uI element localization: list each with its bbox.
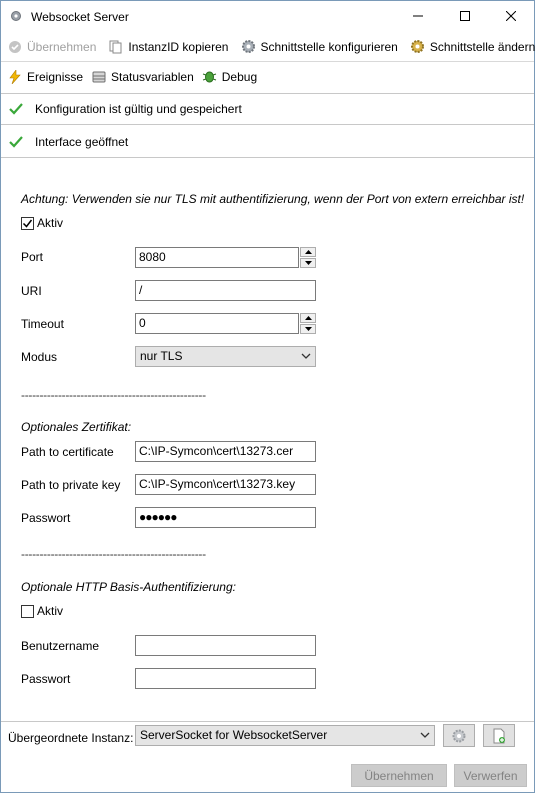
uri-input[interactable]: / xyxy=(135,280,316,301)
checkmark-circle-icon xyxy=(7,39,23,55)
parent-instance-label: Übergeordnete Instanz: xyxy=(8,731,134,745)
stepper-up-button[interactable] xyxy=(300,247,316,257)
gear-change-icon xyxy=(410,39,426,55)
stepper-down-button[interactable] xyxy=(300,324,316,334)
configure-interface-button[interactable]: Schnittstelle konfigurieren xyxy=(236,36,401,58)
minimize-button[interactable] xyxy=(395,1,441,31)
tls-warning-note: Achtung: Verwenden sie nur TLS mit authe… xyxy=(21,192,525,206)
mode-select[interactable]: nur TLS xyxy=(135,346,316,367)
separator-text: ----------------------------------------… xyxy=(21,547,206,561)
active-checkbox[interactable]: Aktiv xyxy=(21,216,63,230)
chevron-down-icon xyxy=(301,350,311,365)
maximize-icon xyxy=(460,11,470,21)
auth-heading: Optionale HTTP Basis-Authentifizierung: xyxy=(21,580,236,594)
username-input[interactable] xyxy=(135,635,316,656)
parent-instance-select[interactable]: ServerSocket for WebsocketServer xyxy=(135,725,435,746)
port-input[interactable]: 8080 xyxy=(135,247,299,268)
maximize-button[interactable] xyxy=(442,1,488,31)
lightning-icon xyxy=(7,69,23,85)
title-bar: Websocket Server xyxy=(1,1,534,32)
discard-button[interactable]: Verwerfen xyxy=(454,764,527,787)
gear-icon xyxy=(10,10,22,22)
port-label: Port xyxy=(21,250,44,264)
close-button[interactable] xyxy=(488,1,534,31)
gear-icon xyxy=(452,729,466,742)
mode-label: Modus xyxy=(21,350,58,364)
password-label: Passwort xyxy=(21,511,71,525)
copy-icon xyxy=(108,39,124,55)
arrow-up-icon xyxy=(304,250,312,254)
events-button[interactable]: Ereignisse xyxy=(3,66,87,88)
copy-instance-id-button[interactable]: InstanzID kopieren xyxy=(104,36,232,58)
status-row-interface: Interface geöffnet xyxy=(1,126,534,158)
new-document-icon xyxy=(493,728,505,743)
bottom-divider xyxy=(1,721,534,722)
close-icon xyxy=(506,11,516,21)
separator-text: ----------------------------------------… xyxy=(21,388,206,402)
change-interface-button[interactable]: Schnittstelle ändern xyxy=(406,36,535,58)
checkbox-box[interactable] xyxy=(21,216,34,230)
checkmark-icon xyxy=(9,135,27,148)
checkmark-icon xyxy=(22,219,33,228)
checkbox-box[interactable] xyxy=(21,604,34,618)
checkmark-icon xyxy=(9,103,27,115)
timeout-stepper[interactable] xyxy=(300,313,316,334)
chevron-down-icon xyxy=(420,729,430,744)
arrow-up-icon xyxy=(304,316,312,320)
password2-label: Passwort xyxy=(21,672,71,686)
apply-button[interactable]: Übernehmen xyxy=(351,764,447,787)
database-icon xyxy=(91,69,107,85)
timeout-label: Timeout xyxy=(21,317,64,331)
stepper-up-button[interactable] xyxy=(300,313,316,323)
minimize-icon xyxy=(413,15,423,17)
cert-path-label: Path to certificate xyxy=(21,445,114,459)
cert-path-input[interactable]: C:\IP-Symcon\cert\13273.cer xyxy=(135,441,316,462)
password-input[interactable]: ●●●●●● xyxy=(135,507,316,528)
status-row-config: Konfiguration ist gültig und gespeichert xyxy=(1,93,534,125)
status-variables-button[interactable]: Statusvariablen xyxy=(87,66,198,88)
arrow-down-icon xyxy=(304,327,312,331)
bug-icon xyxy=(202,69,218,85)
stepper-down-button[interactable] xyxy=(300,258,316,268)
uri-label: URI xyxy=(21,284,42,298)
arrow-down-icon xyxy=(304,261,312,265)
timeout-input[interactable]: 0 xyxy=(135,313,299,334)
apply-toolbar-button[interactable]: Übernehmen xyxy=(3,36,100,58)
key-path-input[interactable]: C:\IP-Symcon\cert\13273.key xyxy=(135,474,316,495)
password2-input[interactable] xyxy=(135,668,316,689)
main-toolbar: Übernehmen InstanzID kopieren Schnittste… xyxy=(1,32,535,61)
secondary-toolbar: Ereignisse Statusvariablen Debug xyxy=(1,62,534,91)
gear-icon xyxy=(240,39,256,55)
username-label: Benutzername xyxy=(21,639,100,653)
certificate-heading: Optionales Zertifikat: xyxy=(21,420,132,434)
window-title: Websocket Server xyxy=(31,10,129,24)
new-parent-button[interactable] xyxy=(483,724,515,747)
key-path-label: Path to private key xyxy=(21,478,121,492)
auth-active-checkbox[interactable]: Aktiv xyxy=(21,604,63,618)
websocket-server-window: Websocket Server Übernehmen InstanzID ko… xyxy=(0,0,535,793)
configure-parent-button[interactable] xyxy=(443,724,475,747)
port-stepper[interactable] xyxy=(300,247,316,268)
debug-button[interactable]: Debug xyxy=(198,66,261,88)
